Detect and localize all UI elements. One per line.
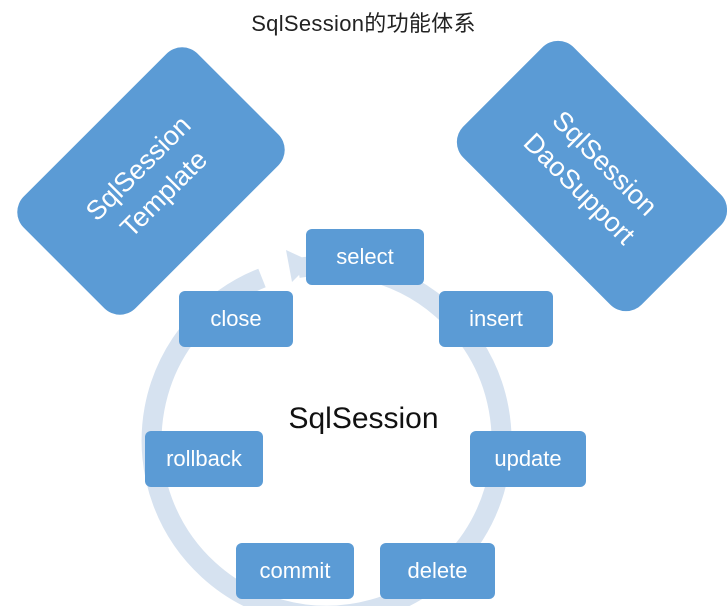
node-select: select: [306, 229, 424, 285]
node-commit: commit: [236, 543, 354, 599]
node-rollback: rollback: [145, 431, 263, 487]
node-update: update: [470, 431, 586, 487]
node-insert: insert: [439, 291, 553, 347]
node-delete: delete: [380, 543, 495, 599]
center-sqlsession-label: SqlSession: [288, 402, 439, 435]
node-close: close: [179, 291, 293, 347]
